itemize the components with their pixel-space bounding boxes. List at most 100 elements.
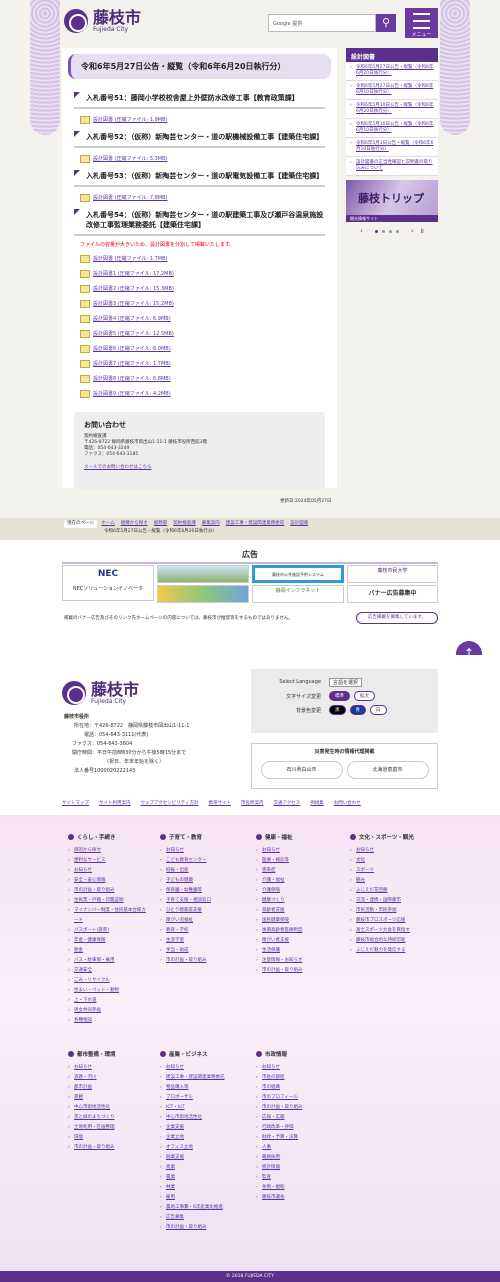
download-link[interactable]: 設計図書4 (圧縮ファイル: 6.9MB): [93, 315, 171, 322]
sitemap-link[interactable]: ごみ・リサイクル: [68, 976, 148, 986]
sidebar-item[interactable]: 令和6年5月10日公告・縦覧（令和6年6月10日執行分）: [346, 119, 438, 138]
sitemap-link[interactable]: パスポート(旅券): [68, 926, 148, 936]
sitemap-link[interactable]: 各種相談: [68, 1016, 148, 1026]
ad-banner-recruit[interactable]: バナー広告募集中: [347, 585, 438, 603]
sitemap-link[interactable]: 障がい者支援: [256, 936, 336, 946]
contact-mail-link[interactable]: メールでのお問い合わせはこちら: [84, 464, 315, 470]
sitemap-link[interactable]: 市民活動・市民参加: [350, 906, 430, 916]
search-input[interactable]: Google 提供: [268, 14, 376, 32]
sitemap-link[interactable]: 広報・広聴: [256, 1113, 336, 1123]
ad-banner-reservation[interactable]: 藤枝市公共施設予約システム: [252, 565, 344, 583]
ad-banner-nec[interactable]: NEC NECソリューションイノベータ: [62, 565, 154, 601]
sitemap-link[interactable]: 安全・安心情報: [68, 876, 148, 886]
sitemap-heading[interactable]: 産業・ビジネス: [160, 1050, 240, 1058]
breadcrumb-link[interactable]: 設計図書: [290, 521, 308, 526]
sitemap-link[interactable]: 花と緑のまちづくり: [68, 1113, 148, 1123]
disaster-link-hakusan[interactable]: 石川県白山市: [260, 761, 343, 779]
sitemap-heading[interactable]: 健康・福祉: [256, 833, 336, 841]
sitemap-link[interactable]: ひとり親家庭支援: [160, 906, 240, 916]
bg-white-button[interactable]: 白: [370, 705, 387, 715]
sitemap-link[interactable]: 年金・健康保険: [68, 936, 148, 946]
sitemap-link[interactable]: 市の組織: [256, 1083, 336, 1093]
prev-arrow-icon[interactable]: ‹: [360, 227, 363, 235]
sitemap-link[interactable]: 条例・規則: [256, 1183, 336, 1193]
sitemap-link[interactable]: 感染症: [256, 866, 336, 876]
sitemap-link[interactable]: 障がい児福祉: [160, 916, 240, 926]
download-link[interactable]: 設計図書 (圧縮ファイル: 1.9MB): [93, 116, 167, 123]
sitemap-link[interactable]: 商業: [160, 1163, 240, 1173]
sitemap-link[interactable]: 介護保険: [256, 886, 336, 896]
sitemap-link[interactable]: 藤枝市総合的な持続可能: [350, 936, 430, 946]
slide-dot[interactable]: [395, 229, 399, 233]
sitemap-link[interactable]: 市長の部屋: [256, 1073, 336, 1083]
sitemap-link[interactable]: 中心市街地活性化: [68, 1103, 148, 1113]
sitemap-link[interactable]: 物品購入等: [160, 1083, 240, 1093]
sitemap-link[interactable]: 市の計画・取り組み: [68, 1143, 148, 1153]
download-link[interactable]: 設計図書1 (圧縮ファイル: 17.2MB): [93, 270, 174, 277]
sitemap-link[interactable]: 農業: [160, 1173, 240, 1183]
sitemap-link[interactable]: 高齢者支援: [256, 906, 336, 916]
sitemap-link[interactable]: 観光: [350, 876, 430, 886]
sitemap-link[interactable]: 手当・助成: [160, 946, 240, 956]
sitemap-heading[interactable]: 文化・スポーツ・観光: [350, 833, 430, 841]
footer-link[interactable]: サイトマップ: [62, 801, 89, 806]
footer-link[interactable]: 交通アクセス: [274, 801, 301, 806]
download-link[interactable]: 設計図書3 (圧縮ファイル: 15.2MB): [93, 300, 174, 307]
breadcrumb-link[interactable]: 組織から探す: [121, 521, 148, 526]
sitemap-link[interactable]: オフィス立地: [160, 1143, 240, 1153]
sitemap-link[interactable]: お知らせ: [160, 846, 240, 856]
sitemap-link[interactable]: お知らせ: [256, 846, 336, 856]
breadcrumb-link[interactable]: 契約検査課: [173, 521, 196, 526]
sidebar-item[interactable]: 令和6年5月27日公告・縦覧（令和6年6月20日執行分）: [346, 62, 438, 81]
sitemap-link[interactable]: 道路・河川: [68, 1073, 148, 1083]
sitemap-link[interactable]: 藤枝市プロスポーツ応援: [350, 916, 430, 926]
sitemap-link[interactable]: 妊娠・出産: [160, 866, 240, 876]
download-link[interactable]: 設計図書 (圧縮ファイル: 1.7MB): [93, 255, 167, 262]
breadcrumb-link[interactable]: 総務部: [154, 521, 168, 526]
slide-dot[interactable]: [381, 229, 385, 233]
sitemap-link[interactable]: 広告募集: [160, 1213, 240, 1223]
sitemap-link[interactable]: こども教育センター: [160, 856, 240, 866]
sitemap-link[interactable]: 医療・検診等: [256, 856, 336, 866]
sitemap-link[interactable]: 企業支援: [160, 1123, 240, 1133]
download-link[interactable]: 設計図書 (圧縮ファイル: 7.8MB): [93, 194, 167, 201]
sitemap-link[interactable]: ふじえだ花回廊: [350, 886, 430, 896]
sitemap-link[interactable]: 交通安全: [68, 966, 148, 976]
slide-dot[interactable]: [374, 229, 378, 233]
sitemap-link[interactable]: 創業支援: [160, 1153, 240, 1163]
sitemap-link[interactable]: 行政改革・評価: [256, 1123, 336, 1133]
sitemap-link[interactable]: 市の計画・取り組み: [160, 956, 240, 966]
sitemap-link[interactable]: 男女共同参画: [68, 1006, 148, 1016]
sitemap-link[interactable]: 国民健康保険: [256, 916, 336, 926]
footer-link[interactable]: お問い合わせ: [334, 801, 361, 806]
download-link[interactable]: 設計図書5 (圧縮ファイル: 12.5MB): [93, 330, 174, 337]
sitemap-heading[interactable]: 市政情報: [256, 1050, 336, 1058]
fontsize-normal-button[interactable]: 標準: [329, 691, 350, 701]
sitemap-link[interactable]: 市の計画・取り組み: [160, 1223, 240, 1233]
fontsize-large-button[interactable]: 拡大: [354, 691, 375, 701]
footer-link[interactable]: ウェブアクセシビリティ方針: [141, 801, 199, 806]
sitemap-link[interactable]: お知らせ: [350, 846, 430, 856]
sitemap-link[interactable]: 財政・予算・決算: [256, 1133, 336, 1143]
download-link[interactable]: 設計図書2 (圧縮ファイル: 15.3MB): [93, 285, 174, 292]
sitemap-link[interactable]: 市のプロフィール: [256, 1093, 336, 1103]
sitemap-link[interactable]: 子どもの健康: [160, 876, 240, 886]
site-logo[interactable]: 藤枝市 Fujieda City: [64, 9, 141, 33]
bg-black-button[interactable]: 黒: [329, 705, 346, 715]
sitemap-link[interactable]: 企業立地: [160, 1133, 240, 1143]
slide-dot[interactable]: [388, 229, 392, 233]
sidebar-item[interactable]: 設計図書の正当性確認と説明書の取り込みについて: [346, 157, 438, 176]
sitemap-link[interactable]: スポーツ: [350, 866, 430, 876]
sitemap-link[interactable]: 藤枝市議会: [256, 1193, 336, 1203]
ad-banner-colorful[interactable]: [157, 585, 249, 603]
sitemap-link[interactable]: 目的から探す: [68, 846, 148, 856]
ad-banner-photo[interactable]: [157, 565, 249, 583]
sitemap-link[interactable]: 健康づくり: [256, 896, 336, 906]
sitemap-link[interactable]: 建設工事・建設関連業務委託: [160, 1073, 240, 1083]
sitemap-link[interactable]: 景観: [68, 1093, 148, 1103]
menu-button[interactable]: メニュー: [405, 8, 438, 38]
language-select[interactable]: 言語を選択: [329, 677, 363, 687]
sitemap-link[interactable]: 人事: [256, 1143, 336, 1153]
sitemap-link[interactable]: 市の計画・取り組み: [68, 886, 148, 896]
breadcrumb-link[interactable]: 建設工事・建設関連業務委託: [226, 521, 285, 526]
